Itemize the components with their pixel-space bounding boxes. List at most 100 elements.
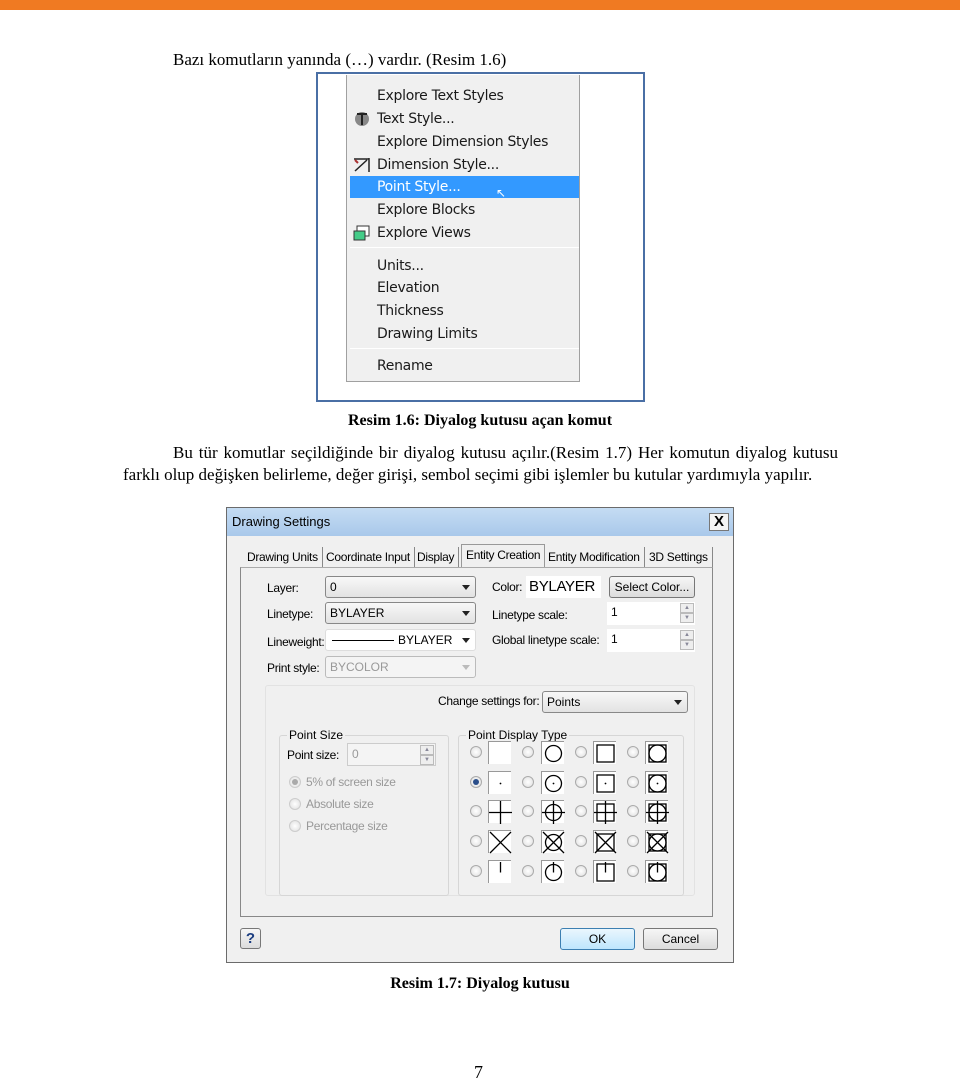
tab-drawing-units[interactable]: Drawing Units (243, 547, 323, 567)
point-type-radio[interactable] (575, 865, 587, 877)
print-style-select[interactable]: BYCOLOR (325, 656, 476, 678)
layer-select[interactable]: 0 (325, 576, 476, 598)
linetype-scale-spinner[interactable]: ▲ ▼ (680, 603, 694, 623)
line-sample (332, 640, 394, 641)
menu-item[interactable]: Units... (350, 255, 579, 277)
spin-down-icon[interactable]: ▼ (680, 613, 694, 623)
point-type-plus-square-icon[interactable] (593, 800, 617, 824)
lineweight-select[interactable]: BYLAYER (325, 629, 476, 651)
change-settings-label: Change settings for: (438, 694, 540, 708)
size-option-radio[interactable] (289, 798, 301, 810)
point-type-radio[interactable] (470, 776, 482, 788)
point-type-dot-square-icon[interactable] (593, 771, 616, 794)
size-option-radio[interactable] (289, 820, 301, 832)
tab-display[interactable]: Display (413, 547, 460, 567)
point-type-none-circle-icon[interactable] (541, 741, 564, 764)
menu-item[interactable]: Point Style... ↖ (350, 176, 579, 200)
point-type-radio[interactable] (522, 746, 534, 758)
menu-item[interactable]: Explore Blocks (350, 199, 579, 221)
point-size-input[interactable]: 0 ▲ ▼ (347, 743, 436, 766)
spin-up-icon[interactable]: ▲ (420, 745, 434, 755)
point-type-radio[interactable] (470, 835, 482, 847)
menu-item[interactable]: Dimension Style... (350, 154, 579, 176)
point-type-cross-square-icon[interactable] (593, 830, 617, 854)
point-type-tick-plain-icon[interactable] (488, 860, 511, 883)
point-type-none-plain-icon[interactable] (488, 741, 511, 764)
change-settings-select[interactable]: Points (542, 691, 688, 713)
global-linetype-scale-spinner[interactable]: ▲ ▼ (680, 630, 694, 650)
figure-caption: Resim 1.6: Diyalog kutusu açan komut (347, 412, 613, 429)
point-size-value: 0 (352, 747, 359, 761)
menu-item[interactable]: Explore Views (350, 222, 579, 244)
point-type-plus-circle-square-icon[interactable] (645, 800, 669, 824)
menu-item[interactable]: Rename (350, 355, 579, 377)
point-type-plus-circle-icon[interactable] (541, 800, 565, 824)
point-type-radio[interactable] (627, 746, 639, 758)
menu-item-label: Drawing Limits (377, 326, 478, 342)
point-type-dot-circle-square-icon[interactable] (645, 771, 668, 794)
chevron-down-icon (462, 585, 470, 590)
point-type-dot-plain-icon[interactable] (488, 771, 511, 794)
menu-item-label: Text Style... (377, 111, 455, 127)
menu-item[interactable]: Explore Dimension Styles (350, 131, 579, 153)
spin-up-icon[interactable]: ▲ (680, 630, 694, 640)
menu-item-label: Point Style... (377, 179, 461, 195)
ok-button[interactable]: OK (560, 928, 635, 950)
menu-item[interactable]: Text Style... (350, 108, 579, 130)
point-type-radio[interactable] (522, 865, 534, 877)
point-type-radio[interactable] (522, 835, 534, 847)
menu-item[interactable]: Elevation (350, 277, 579, 299)
help-button[interactable]: ? (240, 928, 261, 949)
chevron-down-icon (462, 638, 470, 643)
point-type-plus-plain-icon[interactable] (488, 800, 512, 824)
point-type-radio[interactable] (627, 835, 639, 847)
spin-down-icon[interactable]: ▼ (680, 640, 694, 650)
size-option-radio[interactable] (289, 776, 301, 788)
select-color-button[interactable]: Select Color... (609, 576, 695, 598)
cancel-button[interactable]: Cancel (643, 928, 718, 950)
point-type-radio[interactable] (575, 746, 587, 758)
point-type-none-square-icon[interactable] (593, 741, 616, 764)
point-type-cross-plain-icon[interactable] (488, 830, 512, 854)
close-button[interactable]: X (709, 513, 729, 531)
size-option-label: Absolute size (306, 797, 374, 811)
point-type-radio[interactable] (627, 805, 639, 817)
menu-item[interactable]: Thickness (350, 300, 579, 322)
point-type-radio[interactable] (575, 776, 587, 788)
point-type-radio[interactable] (575, 835, 587, 847)
size-option-label: Percentage size (306, 819, 388, 833)
point-type-tick-circle-icon[interactable] (541, 860, 564, 883)
menu-item[interactable]: Drawing Limits (350, 323, 579, 345)
menu-item[interactable]: Explore Text Styles (350, 85, 579, 107)
linetype-scale-label: Linetype scale: (492, 608, 568, 622)
point-type-radio[interactable] (575, 805, 587, 817)
spin-down-icon[interactable]: ▼ (420, 755, 434, 765)
point-type-dot-circle-icon[interactable] (541, 771, 564, 794)
tab-coordinate-input[interactable]: Coordinate Input (322, 547, 415, 567)
point-type-radio[interactable] (627, 865, 639, 877)
point-type-radio[interactable] (470, 865, 482, 877)
point-type-tick-square-icon[interactable] (593, 860, 616, 883)
global-linetype-scale-input[interactable]: 1 ▲ ▼ (607, 629, 695, 652)
linetype-scale-input[interactable]: 1 ▲ ▼ (607, 602, 695, 625)
point-type-radio[interactable] (627, 776, 639, 788)
point-type-none-circle-square-icon[interactable] (645, 741, 668, 764)
point-type-radio[interactable] (522, 805, 534, 817)
menu-item-label: Elevation (377, 280, 440, 296)
point-type-radio[interactable] (470, 746, 482, 758)
point-type-cross-circle-square-icon[interactable] (645, 830, 669, 854)
spin-up-icon[interactable]: ▲ (680, 603, 694, 613)
point-size-spinner[interactable]: ▲ ▼ (420, 745, 434, 765)
point-type-radio[interactable] (522, 776, 534, 788)
point-size-label: Point size: (287, 748, 340, 762)
global-linetype-scale-label: Global linetype scale: (492, 633, 600, 647)
tab-entity-modification[interactable]: Entity Modification (544, 547, 645, 567)
linetype-value: BYLAYER (330, 606, 385, 620)
linetype-select[interactable]: BYLAYER (325, 602, 476, 624)
tab-entity-creation[interactable]: Entity Creation (461, 544, 546, 568)
tab-3d-settings[interactable]: 3D Settings (645, 547, 713, 567)
point-type-tick-circle-square-icon[interactable] (645, 860, 668, 883)
point-type-cross-circle-icon[interactable] (541, 830, 565, 854)
layer-value: 0 (330, 580, 337, 594)
point-type-radio[interactable] (470, 805, 482, 817)
